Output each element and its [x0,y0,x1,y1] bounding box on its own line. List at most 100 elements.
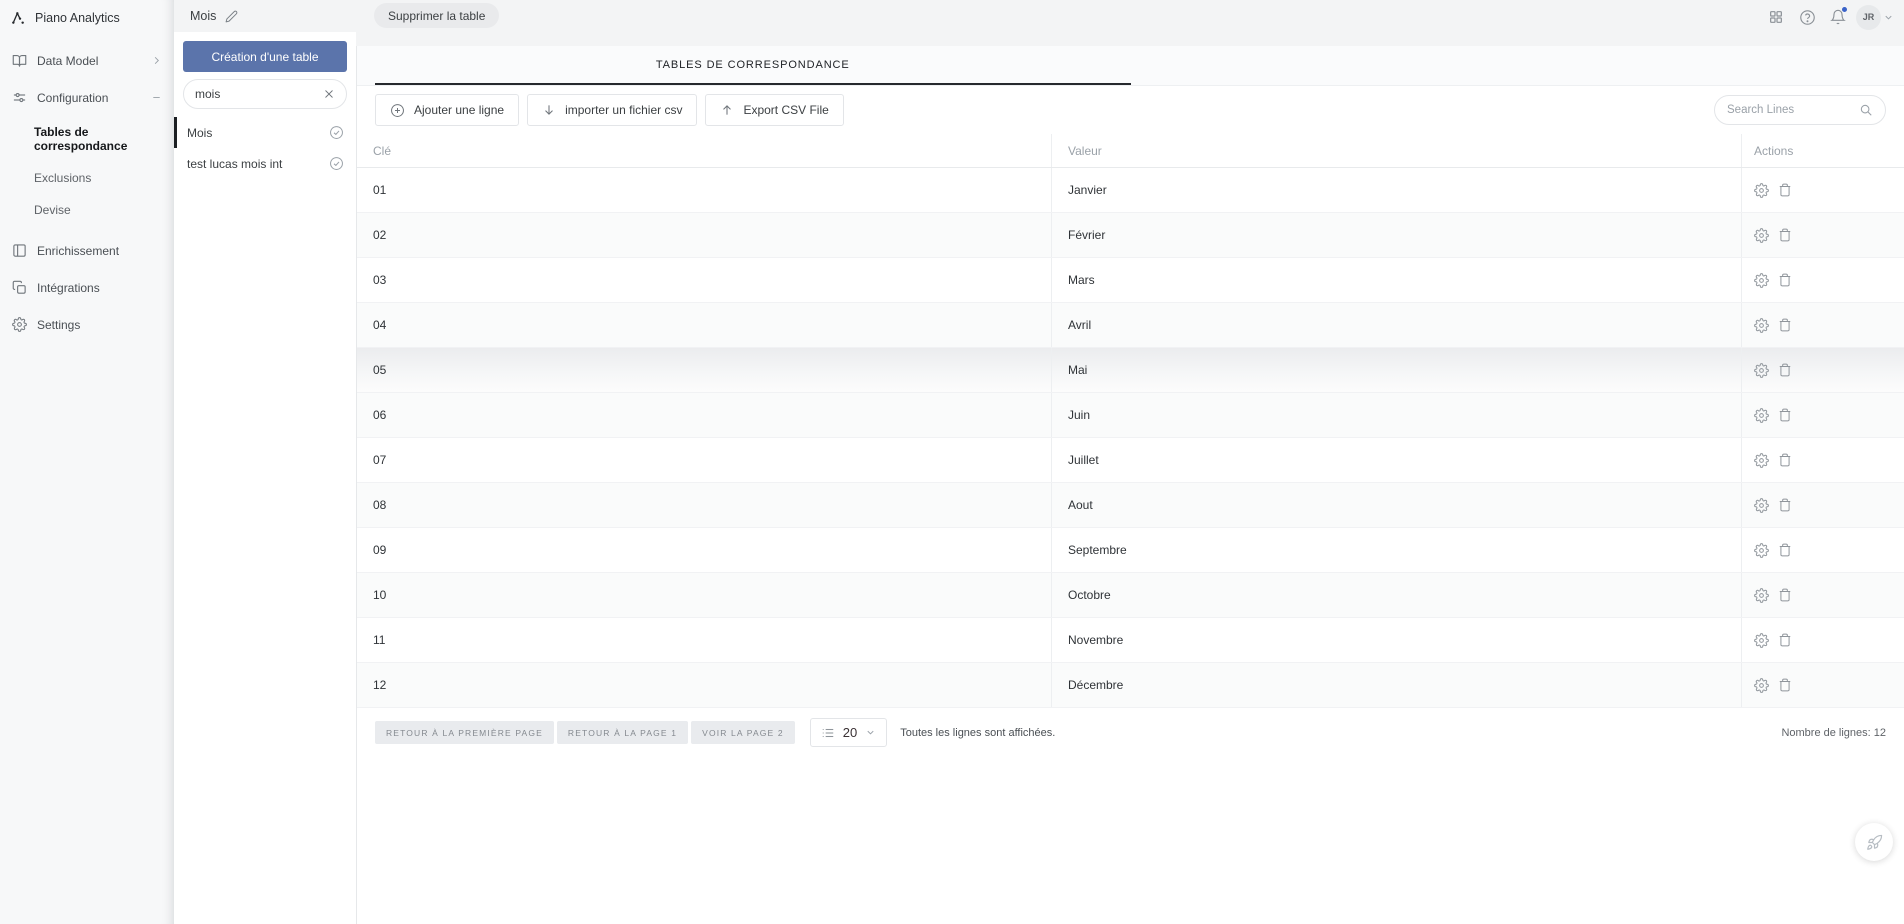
help-icon[interactable] [1794,4,1820,30]
page-1-button[interactable]: RETOUR À LA PAGE 1 [557,721,688,744]
export-csv-button[interactable]: Export CSV File [705,94,843,126]
apps-grid-icon[interactable] [1763,4,1789,30]
table-row[interactable]: 02 Février [357,213,1904,258]
row-value: Janvier [1051,168,1741,212]
row-settings-gear-icon[interactable] [1754,408,1769,423]
row-settings-gear-icon[interactable] [1754,543,1769,558]
tab-tables-de-correspondance[interactable]: TABLES DE CORRESPONDANCE [375,46,1131,85]
row-settings-gear-icon[interactable] [1754,318,1769,333]
row-settings-gear-icon[interactable] [1754,453,1769,468]
row-settings-gear-icon[interactable] [1754,498,1769,513]
row-delete-trash-icon[interactable] [1778,543,1792,557]
sidebar-item-data-model[interactable]: Data Model [0,42,174,79]
delete-table-button[interactable]: Supprimer la table [374,3,499,28]
row-delete-trash-icon[interactable] [1778,318,1792,332]
page-size-value: 20 [843,725,857,740]
row-delete-trash-icon[interactable] [1778,678,1792,692]
chevron-down-icon [865,727,876,738]
top-right-icons: JR [1763,4,1894,30]
row-value: Octobre [1051,573,1741,617]
list-item-label: Mois [187,126,212,140]
table-search-input[interactable] [195,87,317,101]
user-menu[interactable]: JR [1856,5,1894,30]
clear-search-icon[interactable] [323,88,335,100]
row-key: 05 [357,348,1051,392]
row-key: 12 [357,663,1051,707]
notifications-bell-icon[interactable] [1825,4,1851,30]
list-item-test-lucas-mois-int[interactable]: test lucas mois int [174,148,356,179]
table-row[interactable]: 09 Septembre [357,528,1904,573]
row-settings-gear-icon[interactable] [1754,228,1769,243]
page-size-dropdown[interactable]: 20 [810,718,887,747]
table-row[interactable]: 10 Octobre [357,573,1904,618]
table-row[interactable]: 11 Novembre [357,618,1904,663]
sidebar-item-tables-de-correspondance[interactable]: Tables de correspondance [34,116,174,162]
sidebar-item-enrichissement[interactable]: Enrichissement [0,232,174,269]
table-row[interactable]: 08 Aout [357,483,1904,528]
list-item-mois[interactable]: Mois [174,117,356,148]
avatar: JR [1856,5,1881,30]
sidebar-item-configuration[interactable]: Configuration [0,79,174,116]
import-csv-label: importer un fichier csv [565,103,682,117]
row-delete-trash-icon[interactable] [1778,408,1792,422]
row-delete-trash-icon[interactable] [1778,273,1792,287]
all-lines-status: Toutes les lignes sont affichées. [900,727,1055,739]
row-settings-gear-icon[interactable] [1754,633,1769,648]
row-settings-gear-icon[interactable] [1754,273,1769,288]
row-value: Novembre [1051,618,1741,662]
rocket-icon [1866,834,1883,851]
line-count: Nombre de lignes: 12 [1781,727,1886,739]
row-delete-trash-icon[interactable] [1778,363,1792,377]
row-delete-trash-icon[interactable] [1778,228,1792,242]
table-row[interactable]: 03 Mars [357,258,1904,303]
column-header-valeur: Valeur [1051,134,1741,167]
search-lines-input[interactable] [1727,104,1853,116]
table-row[interactable]: 06 Juin [357,393,1904,438]
row-settings-gear-icon[interactable] [1754,588,1769,603]
row-actions [1741,573,1904,617]
page-2-button[interactable]: VOIR LA PAGE 2 [691,721,795,744]
first-page-button[interactable]: RETOUR À LA PREMIÈRE PAGE [375,721,554,744]
overlapping-squares-icon [12,280,27,295]
chevron-right-icon [151,55,162,66]
table-row[interactable]: 07 Juillet [357,438,1904,483]
row-delete-trash-icon[interactable] [1778,633,1792,647]
sidebar-item-settings[interactable]: Settings [0,306,174,343]
import-csv-button[interactable]: importer un fichier csv [527,94,697,126]
sidebar-item-exclusions[interactable]: Exclusions [34,162,174,194]
search-icon[interactable] [1859,103,1873,117]
sidebar: Piano Analytics Data Model Configuration… [0,0,174,924]
data-model-icon [12,53,27,68]
table-row[interactable]: 04 Avril [357,303,1904,348]
sidebar-item-devise[interactable]: Devise [34,194,174,226]
sidebar-item-integrations[interactable]: Intégrations [0,269,174,306]
table-row[interactable]: 05 Mai [357,348,1904,393]
row-key: 04 [357,303,1051,347]
row-actions [1741,528,1904,572]
row-actions [1741,213,1904,257]
create-table-button[interactable]: Création d'une table [183,41,347,72]
table-row[interactable]: 01 Janvier [357,168,1904,213]
row-settings-gear-icon[interactable] [1754,363,1769,378]
row-settings-gear-icon[interactable] [1754,678,1769,693]
check-circle-icon[interactable] [329,125,344,140]
table-row[interactable]: 12 Décembre [357,663,1904,708]
brand[interactable]: Piano Analytics [0,0,174,42]
row-key: 11 [357,618,1051,662]
table-search-field[interactable] [183,79,347,109]
rocket-fab-button[interactable] [1855,823,1893,861]
add-line-button[interactable]: Ajouter une ligne [375,94,519,126]
table-list-card: Création d'une table Mois test lucas moi… [174,32,356,924]
row-delete-trash-icon[interactable] [1778,588,1792,602]
row-key: 06 [357,393,1051,437]
row-delete-trash-icon[interactable] [1778,183,1792,197]
check-circle-icon[interactable] [329,156,344,171]
search-lines-field[interactable] [1714,95,1886,125]
row-delete-trash-icon[interactable] [1778,498,1792,512]
edit-table-name-icon[interactable] [225,10,238,23]
chevron-down-icon [1883,12,1894,23]
row-settings-gear-icon[interactable] [1754,183,1769,198]
row-actions [1741,393,1904,437]
main-topbar: Supprimer la table J [356,0,1904,46]
row-delete-trash-icon[interactable] [1778,453,1792,467]
